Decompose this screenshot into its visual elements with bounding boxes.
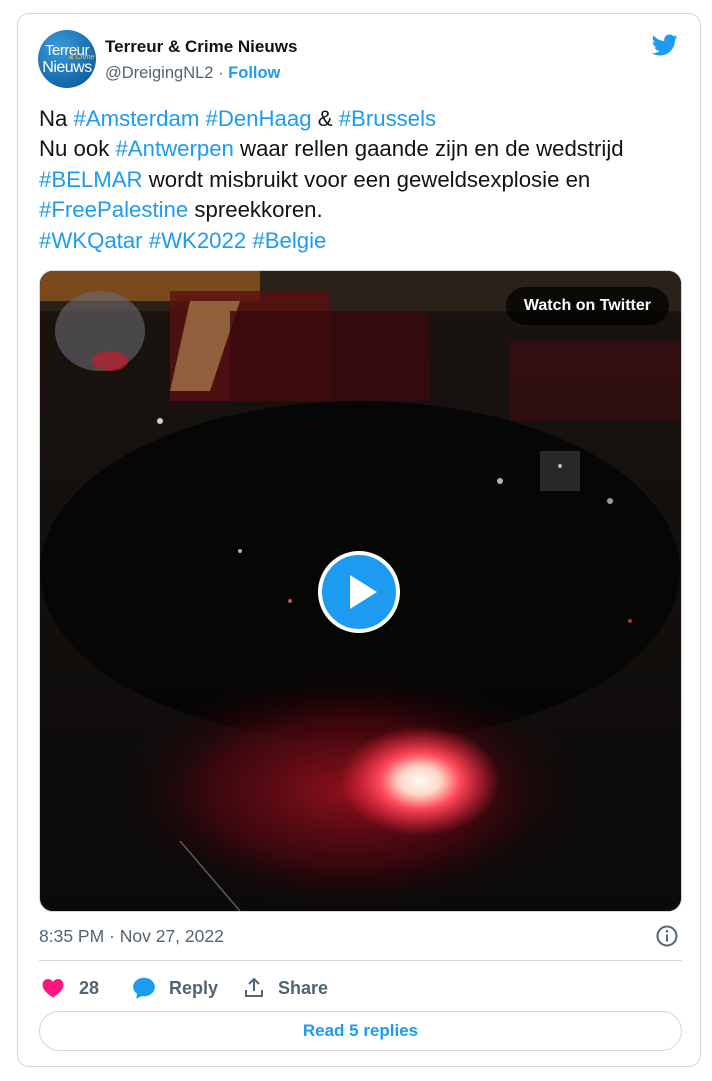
handle-separator: · [218,64,224,82]
share-icon [245,977,263,997]
tweet-text-segment: waar rellen gaande zijn en de wedstrijd [233,136,624,162]
info-icon[interactable] [655,924,679,948]
play-button[interactable] [318,551,400,633]
share-label: Share [278,977,329,998]
reply-button[interactable]: Reply [131,974,218,1002]
hashtag-link[interactable]: #Antwerpen [115,136,233,161]
twitter-bird-icon[interactable] [650,32,680,58]
tweet-timestamp[interactable]: 8:35 PM · Nov 27, 2022 [39,926,224,947]
author-name[interactable]: Terreur & Crime Nieuws [105,37,297,57]
hashtag-link[interactable]: #FreePalestine [39,197,188,222]
tweet-card: Terreur & Crime Nieuws Terreur & Crime N… [17,13,701,1067]
hashtag-link[interactable]: #Belgie [252,228,326,253]
tweet-text: Na #Amsterdam #DenHaag & #Brussels Nu ook… [39,104,679,256]
video-player[interactable]: Watch on Twitter [39,270,682,912]
author-handle[interactable]: @DreigingNL2 [105,64,213,82]
hashtag-link[interactable]: #Amsterdam [74,106,200,131]
tweet-text-segment: wordt misbruikt voor een geweldsexplosie… [142,166,591,192]
heart-icon [42,979,64,998]
tweet-text-segment: spreekkoren. [188,197,323,223]
author-handle-row: @DreigingNL2 · Follow [105,64,280,83]
avatar[interactable]: Terreur & Crime Nieuws [38,30,96,88]
share-button[interactable]: Share [242,974,328,1002]
action-bar: 28 Reply Share [39,974,682,1002]
avatar-text-bottom: Nieuws [42,59,92,76]
reply-label: Reply [169,977,219,998]
hashtag-link[interactable]: #Brussels [339,106,436,131]
tweet-text-segment: Nu ook [39,136,116,162]
hashtag-link[interactable]: #DenHaag [205,106,311,131]
like-button[interactable]: 28 [41,974,99,1002]
follow-link[interactable]: Follow [228,64,280,82]
tweet-text-segment: & [311,106,339,131]
tweet-text-segment: Na [39,106,74,131]
like-count: 28 [79,977,100,998]
hashtag-link[interactable]: #WK2022 [149,228,246,253]
divider [39,960,682,961]
hashtag-link[interactable]: #WKQatar [39,228,143,253]
read-replies-button[interactable]: Read 5 replies [39,1011,682,1051]
watch-on-twitter-label[interactable]: Watch on Twitter [505,287,669,325]
hashtag-link[interactable]: #BELMAR [39,167,143,192]
play-icon [350,575,377,609]
reply-bubble-icon [133,977,155,999]
